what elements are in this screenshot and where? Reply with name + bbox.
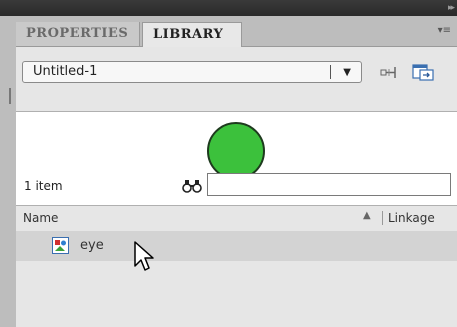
resize-handle[interactable] <box>9 88 11 104</box>
document-dropdown-value: Untitled-1 <box>33 64 98 79</box>
library-list-item[interactable]: eye <box>16 231 457 261</box>
symbol-preview-area <box>16 111 457 211</box>
pin-library-icon[interactable] <box>380 64 398 80</box>
library-panel: Untitled-1 ▼ 1 item Name ▲ Linkage eye <box>16 47 457 327</box>
mouse-pointer-icon <box>134 241 154 271</box>
new-library-panel-icon[interactable] <box>412 63 434 81</box>
collapse-arrows-icon[interactable]: ▸▸ <box>448 3 455 13</box>
sort-ascending-icon[interactable]: ▲ <box>363 210 371 221</box>
panel-title-bar: ▸▸ <box>0 0 457 16</box>
binoculars-search-icon <box>182 180 202 193</box>
library-list-header: Name ▲ Linkage <box>16 205 457 232</box>
library-item-name: eye <box>80 238 104 253</box>
graphic-symbol-icon <box>52 237 69 254</box>
dropdown-separator <box>330 65 331 79</box>
tab-library[interactable]: LIBRARY <box>142 22 242 47</box>
item-count: 1 item <box>24 179 63 193</box>
document-dropdown[interactable]: Untitled-1 ▼ <box>22 61 362 83</box>
panel-left-strip <box>0 16 16 327</box>
column-header-linkage[interactable]: Linkage <box>388 211 435 225</box>
dropdown-arrow-icon[interactable]: ▼ <box>343 63 351 83</box>
library-search-input[interactable] <box>207 173 451 196</box>
column-header-name[interactable]: Name <box>23 211 58 225</box>
library-list-empty-area <box>16 261 457 327</box>
tab-properties[interactable]: PROPERTIES <box>16 22 140 46</box>
panel-tab-bar: PROPERTIES LIBRARY ▾≡ <box>16 16 457 47</box>
preview-green-circle <box>207 122 265 180</box>
column-divider[interactable] <box>382 211 383 225</box>
panel-menu-icon[interactable]: ▾≡ <box>438 26 451 36</box>
